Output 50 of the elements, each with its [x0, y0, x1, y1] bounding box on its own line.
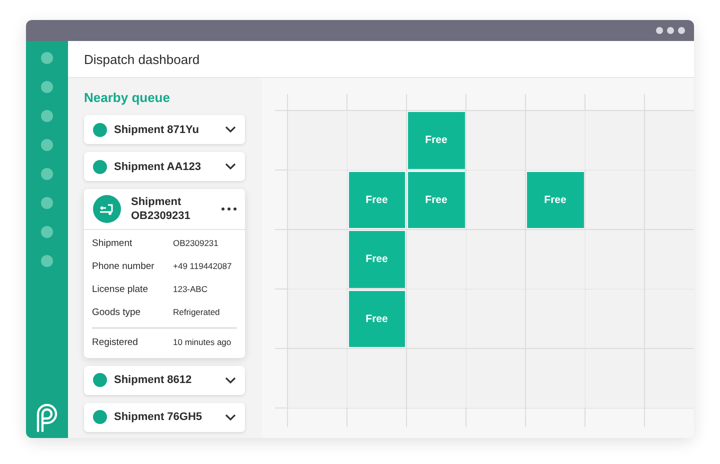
- nav-item-icon[interactable]: [41, 255, 53, 267]
- detail-label: Registered: [92, 336, 139, 348]
- free-slot[interactable]: Free: [408, 112, 464, 168]
- nav-item-icon[interactable]: [41, 81, 53, 93]
- nav-item-icon[interactable]: [41, 197, 53, 209]
- chevron-down-icon[interactable]: [225, 376, 236, 384]
- free-slot[interactable]: Free: [527, 172, 584, 228]
- nav-item-icon[interactable]: [41, 168, 53, 180]
- chevron-down-icon[interactable]: [225, 126, 236, 133]
- shipment-name: Shipment 8612: [114, 374, 193, 386]
- empty-slot[interactable]: [288, 170, 346, 229]
- shipment-item[interactable]: Shipment 76GH5: [84, 402, 245, 432]
- detail-value: +49 119442087: [173, 261, 232, 272]
- shipment-item[interactable]: Shipment 871Yu: [84, 115, 245, 144]
- queue-title: Nearby queue: [84, 90, 171, 105]
- detail-value: OB2309231: [173, 238, 218, 248]
- empty-slot[interactable]: [288, 290, 346, 348]
- detail-label: License plate: [92, 284, 149, 295]
- detail-value: 10 minutes ago: [173, 337, 232, 348]
- nav-item-icon[interactable]: [41, 52, 53, 64]
- nav-item-icon[interactable]: [41, 110, 53, 122]
- empty-slot[interactable]: [466, 170, 525, 229]
- detail-value: 123-ABC: [173, 284, 208, 294]
- detail-label: Phone number: [92, 260, 156, 272]
- status-dot: [93, 122, 107, 136]
- free-slot[interactable]: Free: [348, 290, 405, 347]
- empty-slot[interactable]: [288, 230, 346, 288]
- status-dot: [93, 410, 107, 424]
- detail-label: Shipment: [92, 238, 134, 249]
- free-slot[interactable]: Free: [348, 231, 405, 288]
- shipment-item[interactable]: Shipment 8612: [84, 366, 245, 395]
- more-options-icon[interactable]: [221, 207, 237, 212]
- free-slot[interactable]: Free: [408, 172, 464, 228]
- truck-icon: [93, 195, 121, 224]
- shipment-name: Shipment AA123: [114, 160, 202, 172]
- page-title: Dispatch dashboard: [84, 52, 200, 66]
- status-dot: [93, 160, 107, 174]
- free-slot[interactable]: Free: [348, 172, 405, 228]
- logo-icon: [35, 402, 59, 432]
- status-dot: [93, 373, 107, 388]
- shipment-name: Shipment 871Yu: [114, 124, 200, 136]
- detail-value: Refrigerated: [173, 307, 220, 318]
- detail-label: Goods type: [92, 306, 142, 318]
- nav-item-icon[interactable]: [41, 139, 53, 151]
- chevron-down-icon[interactable]: [225, 414, 236, 421]
- shipment-name: Shipment 76GH5: [114, 411, 204, 424]
- nav-item-icon[interactable]: [41, 226, 53, 238]
- shipment-name: Shipment OB2309231: [131, 195, 192, 224]
- shipment-item[interactable]: Shipment AA123: [84, 152, 245, 181]
- chevron-down-icon[interactable]: [225, 163, 236, 170]
